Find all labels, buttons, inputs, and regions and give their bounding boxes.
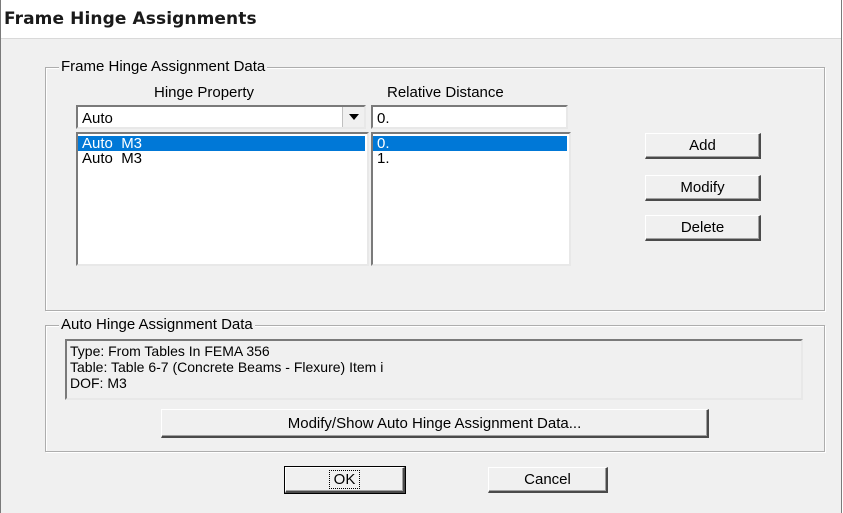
- chevron-down-icon: [348, 114, 359, 120]
- modify-button[interactable]: Modify: [645, 175, 761, 201]
- info-line-dof: DOF: M3: [70, 375, 127, 391]
- add-button[interactable]: Add: [645, 133, 761, 159]
- hinge-list-item[interactable]: Auto M3: [78, 151, 367, 166]
- delete-button[interactable]: Delete: [645, 215, 761, 241]
- hinge-property-combo-value: Auto: [82, 110, 113, 127]
- delete-button-label: Delete: [680, 219, 725, 236]
- window-title: Frame Hinge Assignments: [4, 9, 257, 29]
- relative-distance-input[interactable]: 0.: [371, 105, 568, 129]
- modify-show-auto-hinge-button[interactable]: Modify/Show Auto Hinge Assignment Data..…: [161, 409, 709, 438]
- frame-hinge-assignment-legend: Frame Hinge Assignment Data: [59, 58, 268, 75]
- add-button-label: Add: [689, 137, 716, 154]
- cancel-button-label: Cancel: [524, 471, 571, 488]
- info-line-table: Table: Table 6-7 (Concrete Beams - Flexu…: [70, 359, 384, 375]
- auto-hinge-info-box: Type: From Tables In FEMA 356 Table: Tab…: [65, 339, 803, 400]
- frame-hinge-assignments-dialog: Frame Hinge Assignments Frame Hinge Assi…: [0, 0, 842, 513]
- relative-distance-input-value: 0.: [377, 110, 390, 127]
- hinge-property-combo[interactable]: Auto: [76, 105, 366, 129]
- auto-hinge-assignment-legend: Auto Hinge Assignment Data: [59, 316, 255, 333]
- modify-show-auto-hinge-label: Modify/Show Auto Hinge Assignment Data..…: [287, 414, 582, 432]
- relative-distance-list[interactable]: 0. 1.: [371, 132, 571, 266]
- ok-button[interactable]: OK: [284, 466, 406, 494]
- info-line-type: Type: From Tables In FEMA 356: [70, 343, 270, 359]
- hinge-list-item[interactable]: Auto M3: [78, 136, 365, 151]
- cancel-button[interactable]: Cancel: [488, 467, 608, 493]
- hinge-property-header: Hinge Property: [154, 84, 255, 101]
- distance-list-item[interactable]: 1.: [373, 151, 569, 166]
- hinge-property-list[interactable]: Auto M3 Auto M3: [76, 132, 369, 266]
- combo-dropdown-button[interactable]: [342, 107, 364, 127]
- title-bar[interactable]: Frame Hinge Assignments: [1, 0, 841, 39]
- ok-button-label: OK: [328, 470, 361, 489]
- relative-distance-header: Relative Distance: [387, 84, 504, 101]
- distance-list-item[interactable]: 0.: [373, 136, 567, 151]
- modify-button-label: Modify: [680, 179, 725, 196]
